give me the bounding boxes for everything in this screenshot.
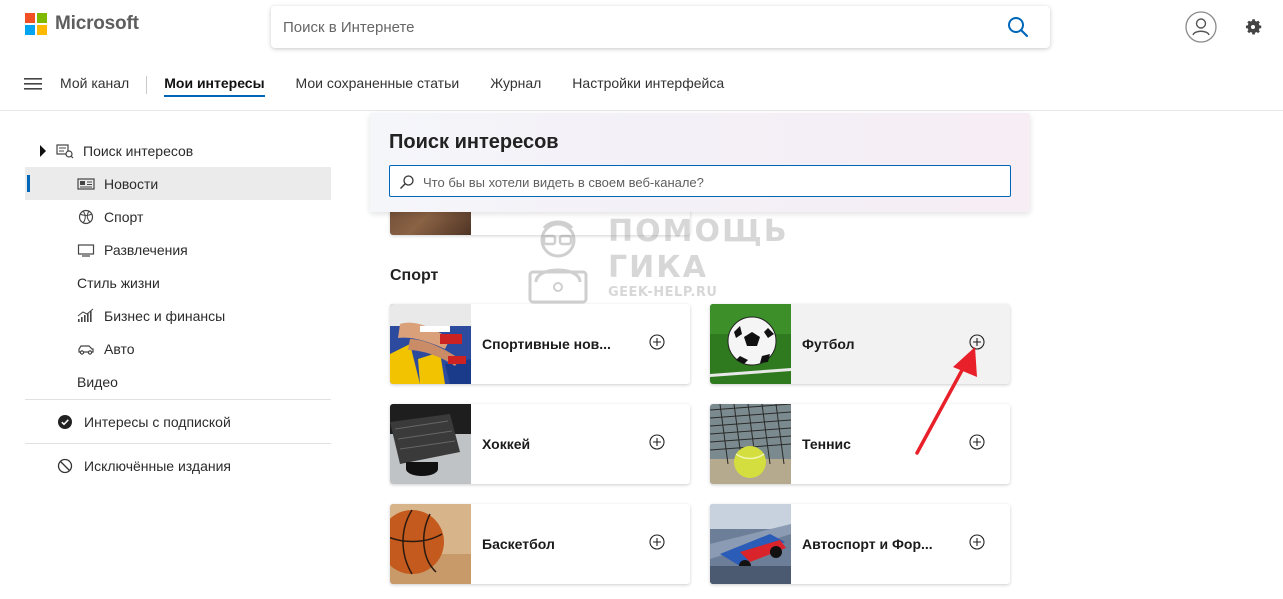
nav-divider — [146, 76, 148, 94]
user-avatar-icon[interactable] — [1185, 11, 1217, 43]
sidebar-item-entertainment[interactable]: Развлечения — [25, 233, 331, 266]
sports-news-thumbnail — [390, 304, 471, 384]
sidebar-item-label: Авто — [104, 340, 135, 357]
sidebar-item-lifestyle[interactable]: Стиль жизни — [25, 266, 331, 299]
sidebar-item-label: Поиск интересов — [83, 142, 194, 159]
tab-interface-settings[interactable]: Настройки интерфейса — [572, 72, 724, 98]
sidebar-divider — [25, 443, 331, 444]
sidebar-item-label: Исключённые издания — [84, 457, 232, 474]
sidebar-item-video[interactable]: Видео — [25, 365, 331, 398]
sidebar-item-label: Новости — [104, 175, 159, 192]
football-thumbnail — [710, 304, 791, 384]
interest-search-input[interactable] — [423, 172, 1003, 192]
card-label: Спортивные нов... — [482, 336, 611, 352]
interest-card[interactable]: Автоспорт и Фор... — [710, 504, 1010, 584]
tennis-thumbnail — [710, 404, 791, 484]
add-circle-icon[interactable] — [649, 434, 665, 450]
block-icon — [57, 458, 73, 473]
basketball-icon — [78, 209, 94, 224]
microsoft-logo[interactable]: Microsoft — [25, 13, 139, 35]
interests-sidebar: Поиск интересов Новости Спорт Развлечени… — [25, 134, 331, 486]
top-nav: Мой канал Мои интересы Мои сохраненные с… — [60, 72, 755, 98]
newspaper-icon — [77, 177, 95, 190]
add-circle-icon[interactable] — [649, 334, 665, 350]
interest-search-field — [389, 165, 1011, 197]
sidebar-item-auto[interactable]: Авто — [25, 332, 331, 365]
basketball-thumbnail — [390, 504, 471, 584]
card-label: Хоккей — [482, 436, 531, 452]
panel-title: Поиск интересов — [389, 131, 559, 153]
card-label: Футбол — [802, 336, 855, 352]
gear-icon[interactable] — [1242, 16, 1264, 38]
sidebar-item-excluded[interactable]: Исключённые издания — [25, 445, 331, 486]
interest-card[interactable]: Футбол — [710, 304, 1010, 384]
card-label: Баскетбол — [482, 536, 555, 552]
hockey-thumbnail — [390, 404, 471, 484]
search-interests-panel: Поиск интересов — [370, 113, 1030, 212]
motorsport-thumbnail — [710, 504, 791, 584]
sidebar-item-subscribed[interactable]: Интересы с подпиской — [25, 401, 331, 442]
interest-card[interactable]: Баскетбол — [390, 504, 690, 584]
header-divider — [0, 110, 1283, 111]
add-circle-icon[interactable] — [969, 434, 985, 450]
tab-my-feed[interactable]: Мой канал — [60, 72, 129, 98]
sidebar-item-news[interactable]: Новости — [25, 167, 331, 200]
card-label: Автоспорт и Фор... — [802, 536, 933, 552]
card-label: Теннис — [802, 436, 851, 452]
interests-icon — [56, 143, 74, 158]
search-icon[interactable] — [1006, 15, 1030, 39]
sidebar-item-business[interactable]: Бизнес и финансы — [25, 299, 331, 332]
watermark-line3: GEEK-HELP.RU — [608, 285, 718, 300]
caret-right-icon — [40, 144, 46, 157]
tab-saved-articles[interactable]: Мои сохраненные статьи — [296, 72, 460, 98]
sidebar-item-label: Стиль жизни — [77, 274, 160, 291]
sidebar-item-sport[interactable]: Спорт — [25, 200, 331, 233]
section-title: Спорт — [390, 267, 439, 284]
tab-history[interactable]: Журнал — [490, 72, 541, 98]
tab-my-interests[interactable]: Мои интересы — [164, 72, 265, 98]
sidebar-item-label: Развлечения — [104, 241, 188, 258]
web-search-box — [271, 6, 1050, 48]
sidebar-item-search-interests[interactable]: Поиск интересов — [25, 134, 331, 167]
sidebar-item-label: Интересы с подпиской — [84, 413, 231, 430]
interest-card[interactable]: Хоккей — [390, 404, 690, 484]
screen-icon — [77, 243, 95, 257]
check-circle-icon — [58, 414, 72, 429]
car-icon — [78, 344, 94, 355]
interest-card[interactable]: Теннис — [710, 404, 1010, 484]
sidebar-divider — [25, 399, 331, 400]
search-icon — [400, 175, 414, 189]
watermark-line2: ГИКА — [608, 250, 708, 285]
brand-name: Microsoft — [55, 13, 139, 34]
add-circle-icon[interactable] — [969, 334, 985, 350]
microsoft-logo-icon — [25, 13, 47, 35]
add-circle-icon[interactable] — [649, 534, 665, 550]
sidebar-item-label: Видео — [77, 373, 118, 390]
web-search-input[interactable] — [283, 16, 983, 38]
chart-icon — [77, 308, 94, 322]
interest-card[interactable]: Спортивные нов... — [390, 304, 690, 384]
add-circle-icon[interactable] — [969, 534, 985, 550]
menu-icon[interactable] — [24, 77, 42, 91]
sidebar-item-label: Спорт — [104, 208, 144, 225]
sidebar-item-label: Бизнес и финансы — [104, 307, 226, 324]
